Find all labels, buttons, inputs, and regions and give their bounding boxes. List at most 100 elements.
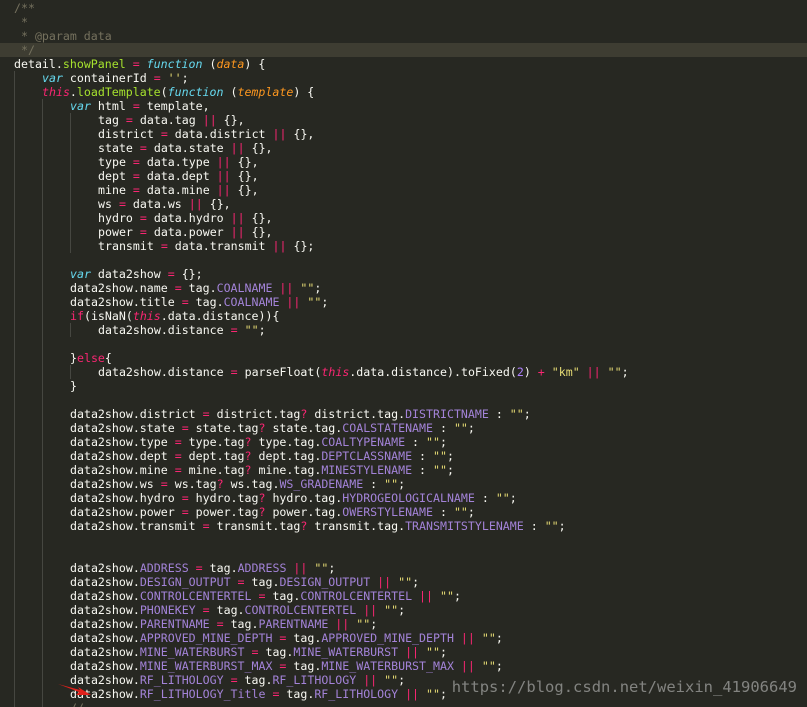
code-line[interactable]: tag = data.tag || {},	[14, 113, 807, 127]
code-editor[interactable]: /** * * @param data */detail.showPanel =…	[0, 0, 807, 707]
code-line[interactable]	[14, 393, 807, 407]
code-line[interactable]: data2show.mine = mine.tag? mine.tag.MINE…	[14, 463, 807, 477]
indent-guide	[14, 239, 15, 253]
code-token: DEPTCLASSNAME	[321, 449, 413, 463]
code-token: type.tag	[181, 435, 245, 449]
code-token: COALSTATENAME	[342, 421, 433, 435]
code-line[interactable]: data2show.distance = parseFloat(this.dat…	[14, 365, 807, 379]
code-token: tag.	[202, 561, 238, 575]
code-line[interactable]: data2show.state = state.tag? state.tag.C…	[14, 421, 807, 435]
code-line[interactable]: data2show.PHONEKEY = tag.CONTROLCENTERTE…	[14, 603, 807, 617]
indent-guide	[42, 533, 43, 547]
code-token: PHONEKEY	[139, 603, 196, 617]
indent-guide	[14, 281, 15, 295]
code-line[interactable]: data2show.PARENTNAME = tag.PARENTNAME ||…	[14, 617, 807, 631]
code-line[interactable]: detail.showPanel = function (data) {	[14, 57, 807, 71]
code-token: :	[363, 477, 385, 491]
indent-guide	[42, 631, 43, 645]
code-line[interactable]: data2show.ADDRESS = tag.ADDRESS || "";	[14, 561, 807, 575]
indent-guide	[42, 547, 43, 561]
code-line[interactable]: data2show.transmit = transmit.tag? trans…	[14, 519, 807, 533]
code-line[interactable]: data2show.distance = "";	[14, 323, 807, 337]
code-token: data2show.state	[70, 421, 182, 435]
code-token: ;	[398, 673, 406, 687]
code-line[interactable]: var data2show = {};	[14, 267, 807, 281]
code-token: this	[132, 309, 161, 323]
code-token: data2show.ws	[70, 477, 161, 491]
code-line[interactable]: var containerId = '';	[14, 71, 807, 85]
indent-guide	[42, 379, 43, 393]
code-token: (	[223, 85, 238, 99]
code-token: state	[98, 141, 140, 155]
code-token: tag.	[279, 687, 315, 701]
code-line[interactable]: type = data.type || {},	[14, 155, 807, 169]
code-content: data2show.DESIGN_OUTPUT = tag.DESIGN_OUT…	[14, 575, 419, 589]
code-line[interactable]: }else{	[14, 351, 807, 365]
code-token: =	[202, 407, 210, 421]
code-line[interactable]: data2show.ws = ws.tag? ws.tag.WS_GRADENA…	[14, 477, 807, 491]
code-token: :	[523, 519, 545, 533]
code-line[interactable]: this.loadTemplate(function (template) {	[14, 85, 807, 99]
code-line[interactable]: data2show.MINE_WATERBURST_MAX = tag.MINE…	[14, 659, 807, 673]
code-token: hydro.tag	[188, 491, 259, 505]
code-token: =	[202, 603, 210, 617]
code-token: data2show.	[70, 645, 140, 659]
code-line[interactable]: }	[14, 379, 807, 393]
indent-guide	[14, 701, 15, 707]
code-line[interactable]: mine = data.mine || {},	[14, 183, 807, 197]
code-line[interactable]	[14, 337, 807, 351]
code-line[interactable]: data2show.CONTROLCENTERTEL = tag.CONTROL…	[14, 589, 807, 603]
indent-guide	[14, 645, 15, 659]
code-line[interactable]: data2show.DESIGN_OUTPUT = tag.DESIGN_OUT…	[14, 575, 807, 589]
code-line[interactable]: data2show.district = district.tag? distr…	[14, 407, 807, 421]
code-line[interactable]: if(isNaN(this.data.distance)){	[14, 309, 807, 323]
code-token: template	[237, 85, 294, 99]
code-line[interactable]: dept = data.dept || {},	[14, 169, 807, 183]
code-line[interactable]: data2show.APPROVED_MINE_DEPTH = tag.APPR…	[14, 631, 807, 645]
code-line[interactable]: state = data.state || {},	[14, 141, 807, 155]
indent-guide	[14, 561, 15, 575]
code-token: =	[132, 57, 140, 71]
code-token: =	[230, 365, 238, 379]
code-token: data2show.	[70, 631, 140, 645]
code-token: ""	[398, 575, 413, 589]
code-content: data2show.CONTROLCENTERTEL = tag.CONTROL…	[14, 589, 461, 603]
indent-guide	[42, 337, 43, 351]
code-token: ||	[230, 141, 245, 155]
indent-guide	[42, 589, 43, 603]
code-line[interactable]: data2show.MINE_WATERBURST = tag.MINE_WAT…	[14, 645, 807, 659]
code-line[interactable]: data2show.dept = dept.tag? dept.tag.DEPT…	[14, 449, 807, 463]
code-area[interactable]: /** * * @param data */detail.showPanel =…	[0, 1, 807, 707]
code-line[interactable]: *	[14, 15, 807, 29]
code-line[interactable]	[14, 253, 807, 267]
code-token: //	[70, 701, 84, 707]
code-line[interactable]: hydro = data.hydro || {},	[14, 211, 807, 225]
code-line[interactable]: district = data.district || {},	[14, 127, 807, 141]
code-content: data2show.distance = parseFloat(this.dat…	[14, 365, 629, 379]
code-content: transmit = data.transmit || {};	[14, 239, 314, 253]
code-line[interactable]: * @param data	[14, 29, 807, 43]
code-line[interactable]: data2show.hydro = hydro.tag? hydro.tag.H…	[14, 491, 807, 505]
indent-guide	[14, 365, 15, 379]
code-line[interactable]: var html = template,	[14, 99, 807, 113]
indent-guide	[70, 323, 71, 337]
indent-guide	[42, 491, 43, 505]
code-line[interactable]: data2show.power = power.tag? power.tag.O…	[14, 505, 807, 519]
code-line[interactable]: /**	[14, 1, 807, 15]
indent-guide	[42, 687, 43, 701]
code-line[interactable]: transmit = data.transmit || {};	[14, 239, 807, 253]
indent-guide	[42, 141, 43, 155]
code-line[interactable]: */	[0, 43, 807, 57]
indent-guide	[14, 295, 15, 309]
code-line[interactable]: power = data.power || {},	[14, 225, 807, 239]
code-line[interactable]: data2show.name = tag.COALNAME || "";	[14, 281, 807, 295]
code-line[interactable]: ws = data.ws || {},	[14, 197, 807, 211]
code-line[interactable]: data2show.type = type.tag? type.tag.COAL…	[14, 435, 807, 449]
code-line[interactable]	[14, 547, 807, 561]
code-line[interactable]: data2show.title = tag.COALNAME || "";	[14, 295, 807, 309]
code-token: /**	[14, 1, 35, 15]
code-token: ""	[433, 449, 447, 463]
code-line[interactable]	[14, 533, 807, 547]
code-line[interactable]: //	[14, 701, 807, 707]
